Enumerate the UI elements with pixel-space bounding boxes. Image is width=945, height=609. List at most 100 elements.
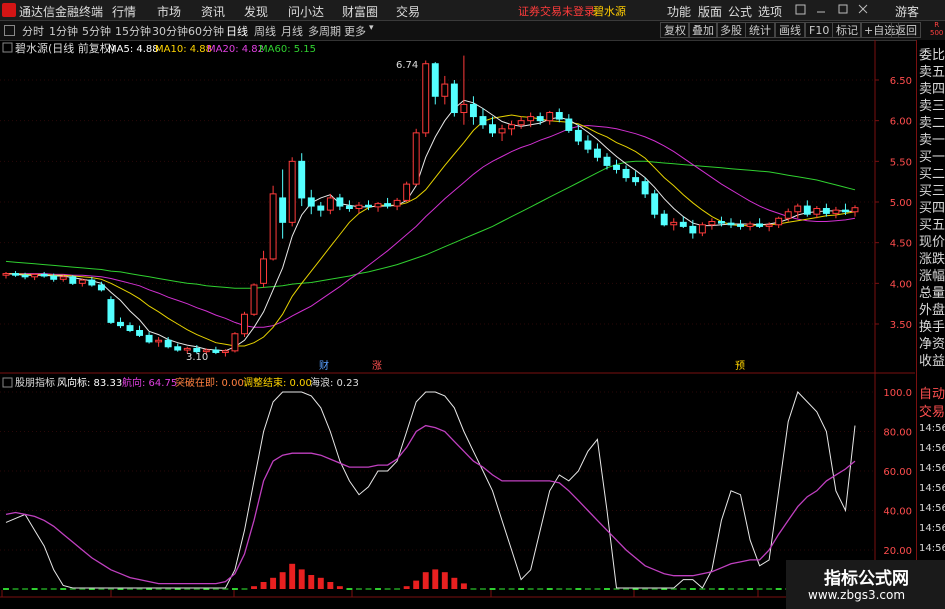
side-time: 14:56 [919,543,945,554]
f10-button[interactable]: F10 [805,22,834,38]
legend-toggle-icon[interactable] [2,42,13,53]
user-label[interactable]: 游客 [895,3,919,20]
candle-up [765,224,773,227]
indicator-layer [3,391,858,590]
period-60min[interactable]: 60分钟 [188,23,224,39]
candle-down [536,116,544,122]
candle-down [717,221,725,224]
period-monthly[interactable]: 月线 [281,23,303,39]
signal-base [346,588,353,590]
candle-down [279,197,287,223]
side-time: 14:56 [919,443,945,454]
menu-caifuquan[interactable]: 财富圈 [342,3,378,20]
candle-up [269,193,277,260]
candle-up [250,284,258,315]
menu-banmian[interactable]: 版面 [698,3,722,20]
candle-up [326,197,334,211]
candle-up [794,205,802,213]
fuquan-button[interactable]: 复权 [660,22,690,38]
side-label-red: 交易 [919,405,945,420]
huaxian-button[interactable]: 画线 [775,22,805,38]
tongji-button[interactable]: 统计 [745,22,775,38]
menu-xuanxiang[interactable]: 选项 [758,3,782,20]
signal-base [41,588,48,590]
candle-down [317,205,325,211]
period-30min[interactable]: 30分钟 [152,23,188,39]
candle-down [641,181,649,195]
ma10-label: MA10: 4.88 [155,44,212,55]
hl-label: 海浪: 0.23 [310,376,359,389]
candle-down [336,197,344,207]
period-weekly[interactable]: 周线 [254,23,276,39]
ma5-label: MA5: 4.88 [108,44,159,55]
candle-down [136,330,144,336]
app-title: 通达信金融终端 [19,5,104,19]
signal-bar [413,580,420,589]
candle-up [813,208,821,215]
event-zhang[interactable]: 涨 [372,360,382,372]
candle-up [393,199,401,207]
candle-down [613,164,620,170]
biaoji-button[interactable]: 标记 [832,22,862,38]
candle-down [298,160,306,199]
candle-down [164,339,172,348]
diejia-button[interactable]: 叠加 [688,22,718,38]
signal-base [3,588,9,590]
back-button[interactable]: 返回 [891,22,921,38]
candle-up [260,258,268,284]
signal-base [480,588,486,590]
candle-up [183,347,191,351]
signal-bar [327,582,334,589]
menu-jiaoyi[interactable]: 交易 [396,3,420,20]
candle-down [555,112,563,120]
app-logo-icon [2,3,16,17]
menu-zixun[interactable]: 资讯 [201,3,225,20]
candle-up [355,204,363,210]
moving-average-layer [5,99,856,352]
candle-up [546,112,554,122]
side-time: 14:56 [919,483,945,494]
side-time: 14:56 [919,523,945,534]
chart-area[interactable]: 6.50 6.00 5.50 5.00 4.50 4.00 3.50 100.0 80.00 60… [0,40,915,598]
signal-base [537,588,544,590]
candle-down [126,325,134,332]
period-15min[interactable]: 15分钟 [115,23,151,39]
menu-wenxiaoda[interactable]: 问小达 [288,3,324,20]
period-1min[interactable]: 1分钟 [49,23,78,39]
candle-down [365,204,372,208]
period-more[interactable]: 更多 [344,23,366,39]
menu-shichang[interactable]: 市场 [157,3,181,20]
period-multi[interactable]: 多周期 [308,23,341,39]
window-controls[interactable] [795,4,875,16]
candle-down [469,103,477,118]
side-label-red: 自动 [919,387,945,402]
candle-down [69,276,77,284]
menu-hangqing[interactable]: 行情 [112,3,136,20]
signal-base [375,588,381,590]
price-tick-label: 4.00 [890,279,912,290]
period-5min[interactable]: 5分钟 [82,23,111,39]
event-cai[interactable]: 财 [319,359,329,372]
duogu-button[interactable]: 多股 [716,22,746,38]
indicator-toggle-icon[interactable] [2,377,13,388]
event-yu[interactable]: 预 [735,360,745,372]
period-fenshi[interactable]: 分时 [22,23,44,39]
signal-base [728,588,734,590]
hx-label: 航向: 64.75 [122,376,177,389]
login-notice[interactable]: 证券交易未登录 [518,3,595,19]
menu-gongneng[interactable]: 功能 [667,3,691,20]
signal-base [50,588,57,590]
menu-gongshi[interactable]: 公式 [728,3,752,20]
period-daily[interactable]: 日线 [226,23,248,39]
candle-up [422,63,430,134]
toggle-icon[interactable] [4,25,15,36]
signal-base [747,588,754,590]
signal-bar [298,569,305,589]
candle-up [498,128,506,134]
signal-bar [260,582,267,589]
candle-down [660,213,668,226]
candle-up [403,183,411,201]
menu-faxian[interactable]: 发现 [244,3,268,20]
more-dropdown-icon[interactable]: ▾ [369,23,374,33]
price-tick-label: 3.50 [890,320,912,331]
